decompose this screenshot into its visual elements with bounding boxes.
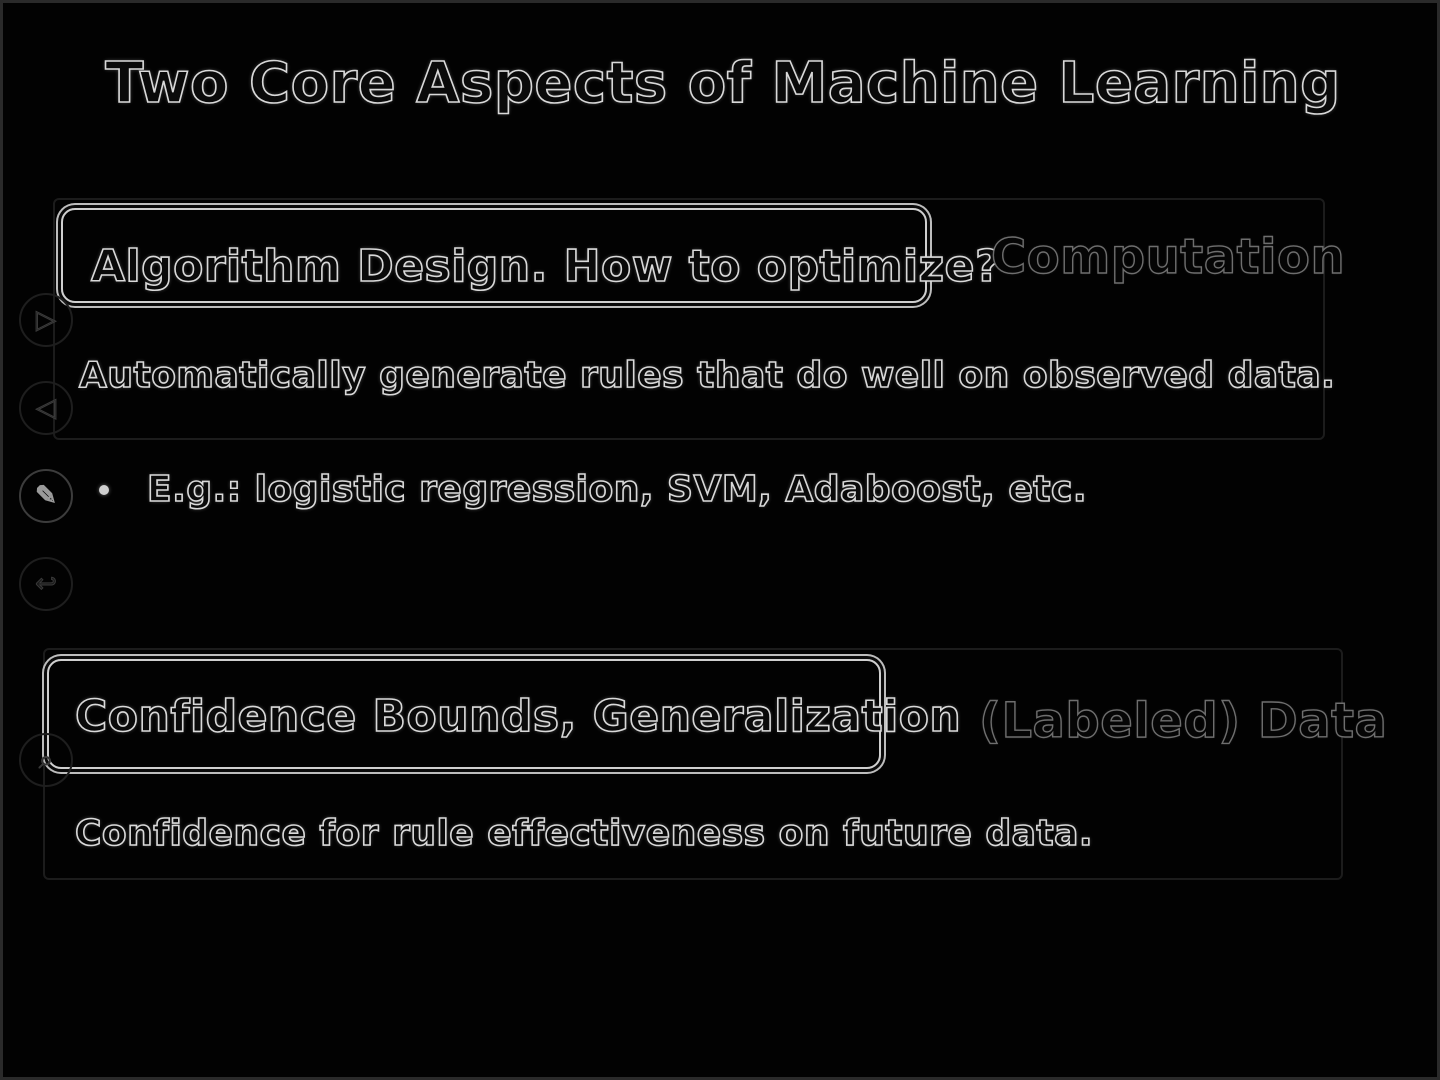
return-icon[interactable]: ↩: [19, 557, 73, 611]
examples-bullet: E.g.: logistic regression, SVM, Adaboost…: [99, 468, 1088, 511]
algorithm-description: Automatically generate rules that do wel…: [78, 354, 1336, 397]
slide-title: Two Core Aspects of Machine Learning: [104, 50, 1341, 117]
search-icon[interactable]: ⌕: [19, 733, 73, 787]
back-icon[interactable]: ◁: [19, 381, 73, 435]
play-icon[interactable]: ▷: [19, 293, 73, 347]
labeled-data-label: (Labeled) Data: [978, 692, 1388, 749]
bullet-dot: [99, 484, 109, 495]
confidence-description: Confidence for rule effectiveness on fut…: [74, 812, 1094, 855]
examples-text: E.g.: logistic regression, SVM, Adaboost…: [146, 468, 1088, 511]
pen-icon[interactable]: ✎: [19, 469, 73, 523]
confidence-bounds-heading: Confidence Bounds, Generalization: [74, 690, 962, 743]
algorithm-design-heading: Algorithm Design. How to optimize?: [90, 240, 1001, 293]
slide-canvas: Two Core Aspects of Machine Learning Alg…: [0, 0, 1440, 1080]
computation-label: Computation: [990, 228, 1346, 285]
